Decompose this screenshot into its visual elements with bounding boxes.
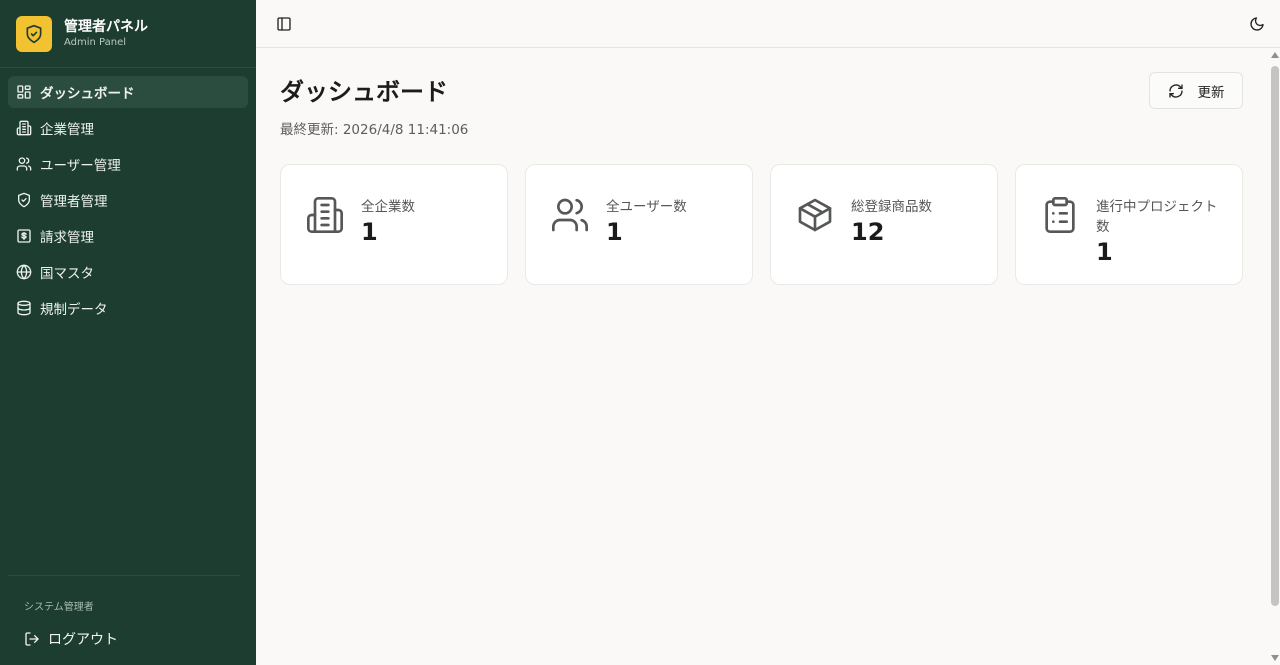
shield-check-icon — [16, 15, 52, 52]
moon-icon — [1250, 16, 1264, 31]
panel-left-icon — [277, 16, 291, 31]
users-icon — [550, 195, 590, 235]
shield-check-icon — [18, 192, 30, 208]
stat-label: 総登録商品数 — [851, 199, 932, 215]
stat-value: 1 — [1096, 238, 1113, 266]
scroll-up-arrow-icon[interactable] — [1271, 52, 1279, 58]
package-icon — [795, 195, 835, 235]
logout-icon — [25, 632, 39, 646]
sidebar-item-label: 規制データ — [40, 302, 108, 318]
sidebar-item-dashboard[interactable]: ダッシュボード — [8, 76, 248, 108]
scroll-down-arrow-icon[interactable] — [1271, 655, 1279, 661]
scroll-thumb[interactable] — [1271, 66, 1279, 606]
sidebar-item-countries[interactable]: 国マスタ — [8, 256, 248, 288]
clipboard-list-icon — [1040, 195, 1080, 235]
sidebar-item-label: ダッシュボード — [40, 86, 135, 102]
stat-card-projects: 進行中プロジェクト数 1 — [1015, 164, 1243, 285]
sidebar-item-regulations[interactable]: 規制データ — [8, 292, 248, 324]
sidebar-item-label: 請求管理 — [40, 230, 94, 246]
receipt-dollar-icon — [17, 229, 31, 243]
brand: 管理者パネル Admin Panel — [0, 0, 256, 68]
stat-value: 12 — [851, 218, 885, 246]
page-title: ダッシュボード — [280, 78, 448, 106]
last-updated-text: 最終更新: 2026/4/8 11:41:06 — [280, 122, 469, 138]
brand-subtitle: Admin Panel — [64, 36, 127, 48]
sidebar-item-billing[interactable]: 請求管理 — [8, 220, 248, 252]
sidebar-item-label: 企業管理 — [40, 122, 94, 138]
sidebar-item-label: 国マスタ — [40, 266, 94, 282]
sidebar-footer: システム管理者 ログアウト — [8, 575, 240, 665]
stat-value: 1 — [606, 218, 623, 246]
theme-toggle-button[interactable] — [1247, 14, 1267, 34]
role-label: システム管理者 — [24, 602, 94, 613]
sidebar: 管理者パネル Admin Panel ダッシュボード 企業管理 ユーザー管理 管… — [0, 0, 256, 665]
users-icon — [16, 157, 32, 171]
dashboard-grid-icon — [17, 85, 31, 99]
refresh-icon — [1168, 83, 1183, 98]
building-icon — [16, 120, 32, 136]
refresh-button[interactable]: 更新 — [1149, 72, 1243, 109]
refresh-label: 更新 — [1197, 84, 1225, 101]
main-area: ダッシュボード 最終更新: 2026/4/8 11:41:06 更新 全企業数 … — [256, 0, 1280, 665]
stat-label: 全企業数 — [361, 199, 415, 215]
sidebar-nav: ダッシュボード 企業管理 ユーザー管理 管理者管理 請求管理 国マスタ 規制デー… — [0, 68, 256, 332]
sidebar-item-label: 管理者管理 — [40, 194, 108, 210]
brand-title: 管理者パネル — [64, 18, 148, 35]
app-root: 管理者パネル Admin Panel ダッシュボード 企業管理 ユーザー管理 管… — [0, 0, 1280, 665]
stats-cards: 全企業数 1 全ユーザー数 1 総登録商品数 12 進行中プロジェクト数 1 — [280, 164, 1243, 285]
logout-label: ログアウト — [48, 632, 118, 648]
database-icon — [17, 300, 31, 316]
stat-card-users: 全ユーザー数 1 — [525, 164, 753, 285]
dashboard-content: ダッシュボード 最終更新: 2026/4/8 11:41:06 更新 全企業数 … — [256, 48, 1280, 665]
globe-icon — [16, 264, 32, 280]
vertical-scrollbar[interactable] — [1267, 48, 1280, 665]
stat-value: 1 — [361, 218, 378, 246]
sidebar-item-label: ユーザー管理 — [40, 158, 121, 174]
stat-card-products: 総登録商品数 12 — [770, 164, 998, 285]
building-icon — [305, 195, 345, 235]
stat-label: 全ユーザー数 — [606, 199, 687, 215]
logout-button[interactable]: ログアウト — [8, 627, 240, 651]
stat-card-companies: 全企業数 1 — [280, 164, 508, 285]
sidebar-item-users[interactable]: ユーザー管理 — [8, 148, 248, 180]
page-header: ダッシュボード 最終更新: 2026/4/8 11:41:06 更新 — [280, 72, 1243, 138]
topbar — [256, 0, 1280, 48]
sidebar-toggle-button[interactable] — [274, 14, 294, 34]
stat-label: 進行中プロジェクト数 — [1096, 199, 1218, 235]
sidebar-item-admins[interactable]: 管理者管理 — [8, 184, 248, 216]
sidebar-item-companies[interactable]: 企業管理 — [8, 112, 248, 144]
